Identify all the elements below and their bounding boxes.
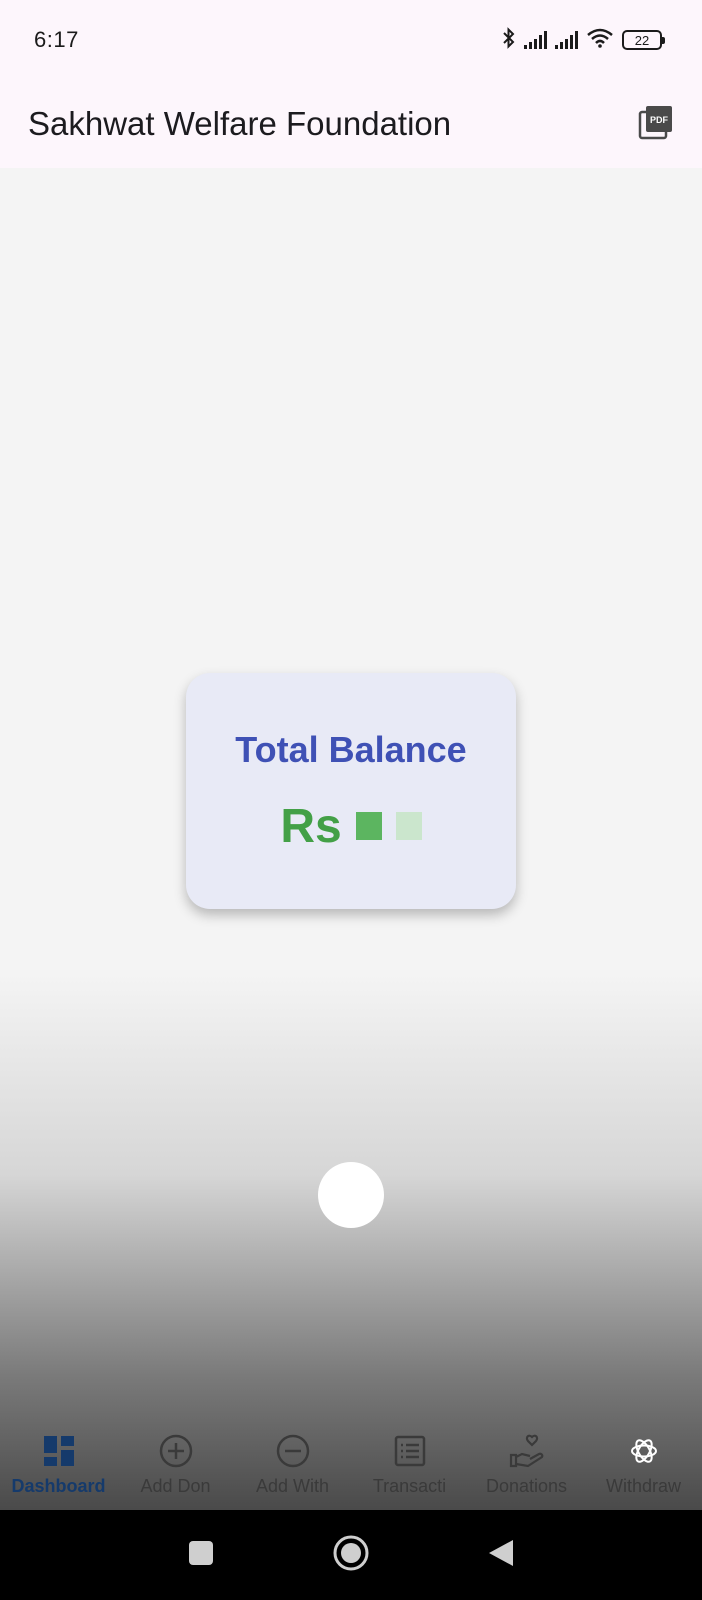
bottom-navigation: Dashboard Add Don Add With Transacti Don… (0, 1418, 702, 1510)
dashboard-content: Total Balance Rs (0, 168, 702, 1510)
total-balance-card: Total Balance Rs (186, 673, 516, 909)
nav-item-dashboard[interactable]: Dashboard (0, 1432, 117, 1497)
bluetooth-icon (502, 26, 516, 54)
back-button[interactable] (481, 1535, 521, 1575)
svg-text:PDF: PDF (650, 115, 669, 125)
recents-button[interactable] (181, 1535, 221, 1575)
nav-item-add-withdraw[interactable]: Add With (234, 1432, 351, 1497)
nav-label-add-donation: Add Don (140, 1476, 211, 1496)
total-balance-label: Total Balance (235, 728, 467, 770)
nav-item-add-donation[interactable]: Add Don (117, 1432, 234, 1497)
pdf-icon: PDF (638, 104, 674, 145)
battery-icon: 22 (622, 30, 665, 50)
remove-circle-icon (274, 1432, 312, 1470)
home-button[interactable] (331, 1535, 371, 1575)
app-title: Sakhwat Welfare Foundation (28, 105, 452, 142)
nav-label-donations: Donations (485, 1476, 568, 1496)
status-icons: 22 (502, 26, 665, 54)
currency-prefix: Rs (280, 799, 342, 853)
redacted-amount (395, 812, 422, 840)
status-time: 6:17 (34, 27, 79, 52)
wifi-icon (586, 28, 614, 53)
nav-item-donations[interactable]: Donations (468, 1432, 585, 1497)
openai-icon (625, 1432, 663, 1470)
system-navigation-bar (0, 1510, 702, 1600)
dashboard-icon (40, 1432, 78, 1470)
nav-label-add-withdraw: Add With (255, 1476, 330, 1496)
redacted-amount (355, 812, 382, 840)
total-balance-value: Rs (280, 799, 422, 854)
square-icon (188, 1540, 214, 1571)
nav-label-transactions: Transacti (372, 1476, 447, 1496)
status-bar: 6:17 22 (0, 0, 702, 80)
app-bar: Sakhwat Welfare Foundation PDF (0, 80, 702, 168)
back-triangle-icon (487, 1538, 515, 1573)
signal-icon (555, 31, 578, 49)
pdf-export-button[interactable]: PDF (634, 102, 678, 146)
signal-icon (524, 31, 547, 49)
nav-label-dashboard: Dashboard (11, 1476, 106, 1496)
floating-action-button[interactable] (318, 1162, 384, 1228)
add-circle-icon (157, 1432, 195, 1470)
donation-hand-icon (508, 1432, 546, 1470)
nav-item-withdraw[interactable]: Withdraw (585, 1432, 702, 1497)
battery-level: 22 (634, 32, 650, 48)
nav-item-transactions[interactable]: Transacti (351, 1432, 468, 1497)
nav-label-withdraw: Withdraw (605, 1476, 681, 1496)
list-icon (391, 1432, 429, 1470)
circle-icon (332, 1534, 370, 1577)
